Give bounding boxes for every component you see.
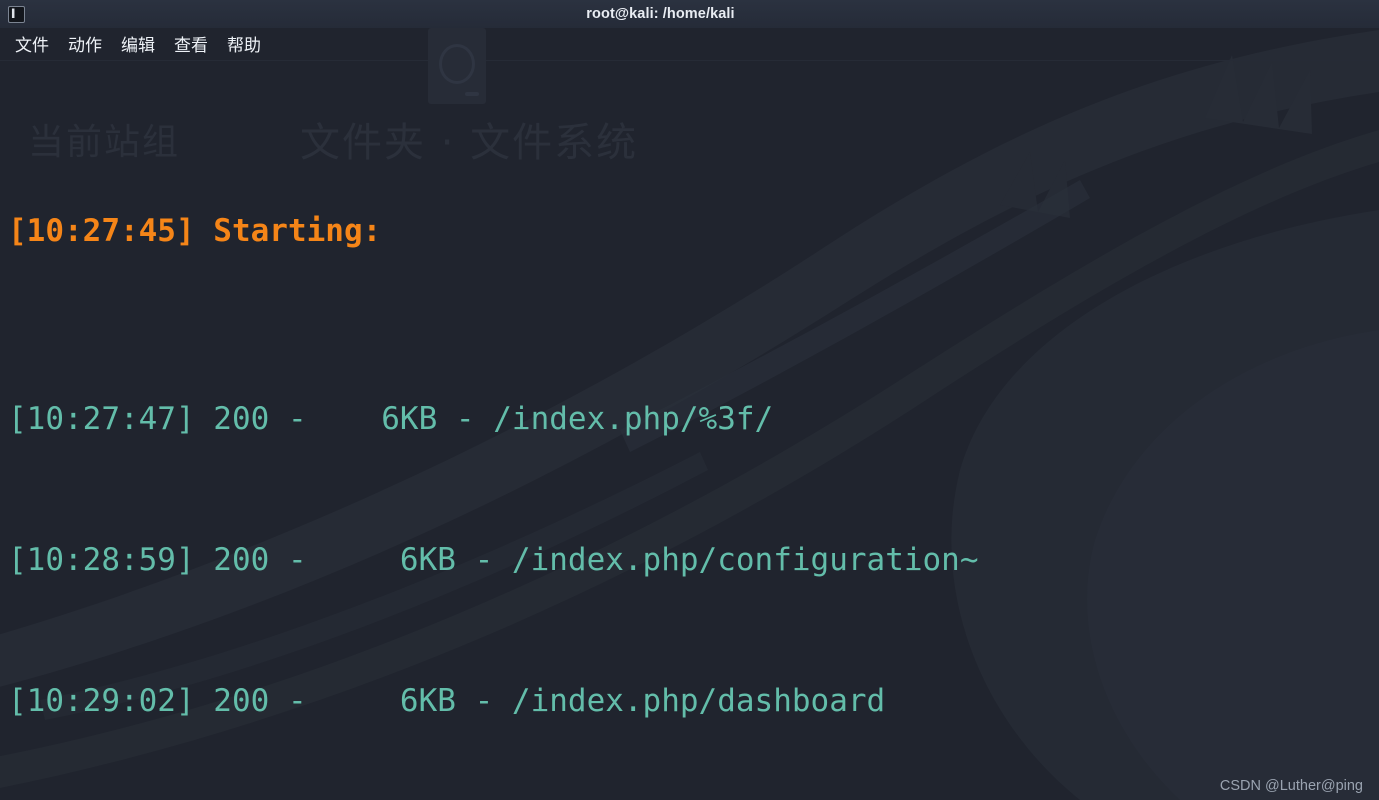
menu-item-view[interactable]: 查看 (174, 36, 208, 56)
background-divider (0, 60, 1379, 61)
log-line: [10:28:59] 200 - 6KB - /index.php/config… (8, 542, 979, 578)
window-title: root@kali: /home/kali (586, 6, 735, 22)
terminal-window: 当前站组 文件夹 · 文件系统 ▌ root@kali: /home/kali … (0, 0, 1379, 800)
log-line-starting: [10:27:45] Starting: (8, 213, 382, 249)
title-bar: ▌ root@kali: /home/kali (0, 0, 1379, 28)
terminal-output[interactable]: [10:27:45] Starting: [10:27:47] 200 - 6K… (0, 62, 1379, 800)
menu-item-help[interactable]: 帮助 (227, 36, 261, 56)
menu-item-edit[interactable]: 编辑 (121, 36, 155, 56)
log-line: [10:29:02] 200 - 6KB - /index.php/dashbo… (8, 683, 886, 719)
menu-item-actions[interactable]: 动作 (68, 36, 102, 56)
csdn-watermark: CSDN @Luther@ping (1219, 778, 1363, 794)
menu-item-file[interactable]: 文件 (15, 36, 49, 56)
menu-bar: 文件 动作 编辑 查看 帮助 (0, 31, 261, 60)
log-line: [10:27:47] 200 - 6KB - /index.php/%3f/ (8, 401, 774, 437)
